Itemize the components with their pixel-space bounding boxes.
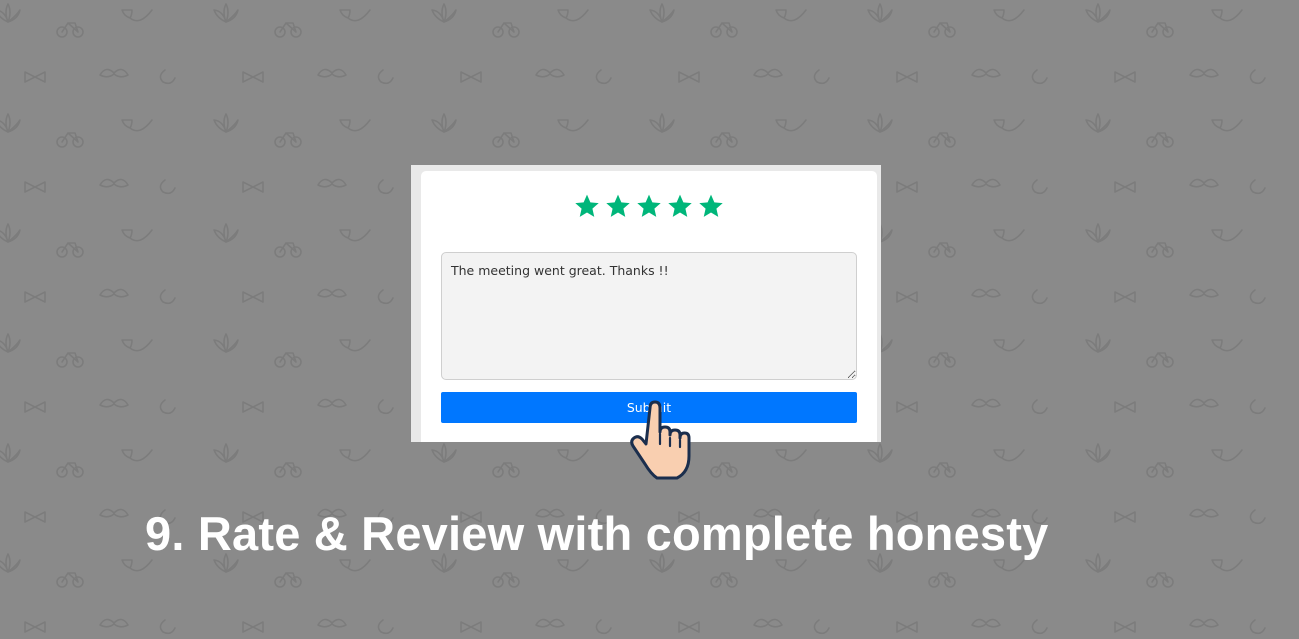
star-icon[interactable] [698,193,724,219]
step-caption: 9. Rate & Review with complete honesty [145,507,1049,560]
star-icon[interactable] [667,193,693,219]
star-icon[interactable] [636,193,662,219]
pointing-hand-cursor-icon [630,400,691,480]
star-icon[interactable] [605,193,631,219]
review-textarea[interactable]: The meeting went great. Thanks !! [441,252,857,380]
star-rating[interactable] [421,193,877,219]
star-icon[interactable] [574,193,600,219]
